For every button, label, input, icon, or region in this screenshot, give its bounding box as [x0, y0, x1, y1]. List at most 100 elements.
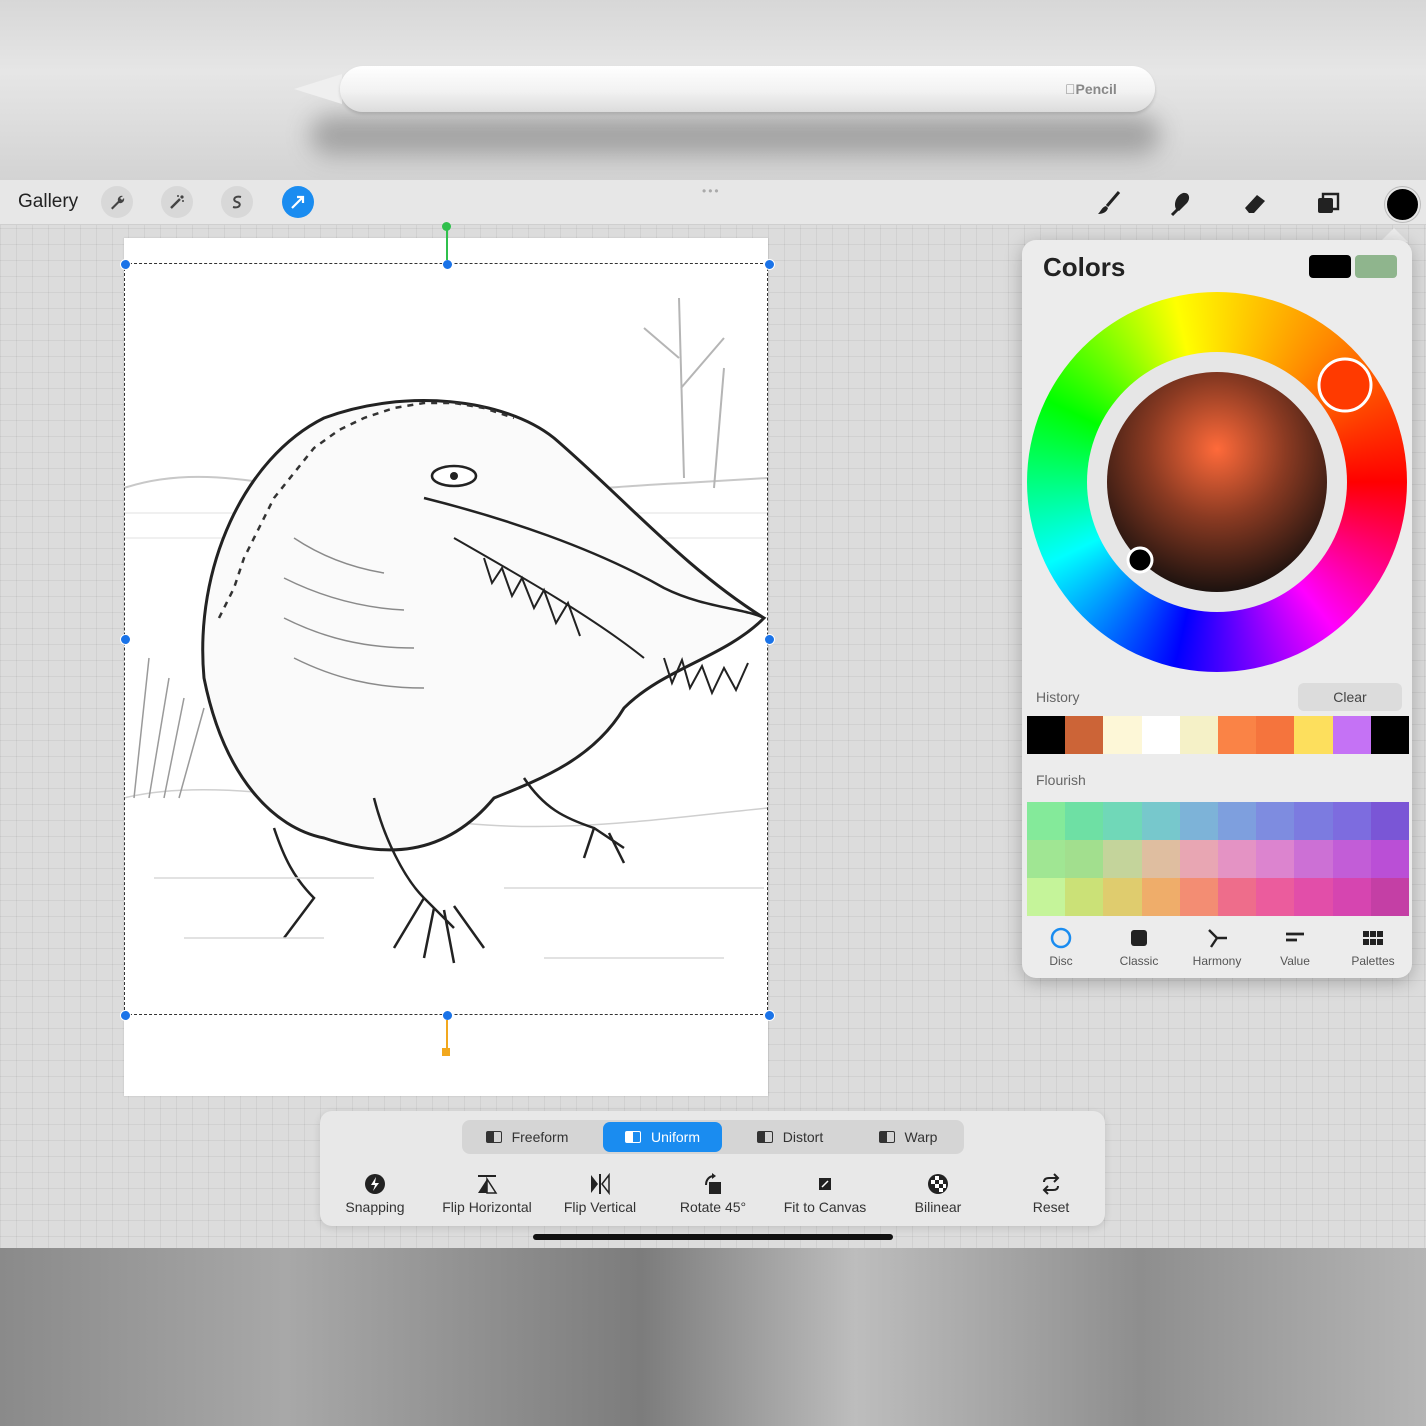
- history-swatch[interactable]: [1027, 716, 1066, 754]
- history-swatch[interactable]: [1256, 716, 1295, 754]
- flourish-swatch[interactable]: [1294, 840, 1333, 878]
- layers-tool[interactable]: [1311, 186, 1345, 220]
- flourish-swatch[interactable]: [1218, 802, 1257, 840]
- transform-toolbar: Freeform Uniform Distort Warp Snapping F…: [320, 1111, 1105, 1226]
- reset-button[interactable]: Reset: [996, 1173, 1106, 1215]
- classic-icon: [1131, 930, 1147, 946]
- resize-handle-left[interactable]: [120, 634, 131, 645]
- flourish-swatch[interactable]: [1103, 840, 1142, 878]
- flourish-swatch[interactable]: [1027, 878, 1066, 916]
- palettes-tab[interactable]: Palettes: [1334, 926, 1412, 976]
- flourish-swatch[interactable]: [1141, 878, 1180, 916]
- transform-button[interactable]: [282, 186, 314, 218]
- actions-button[interactable]: [101, 186, 133, 218]
- freeform-tab[interactable]: Freeform: [464, 1122, 590, 1152]
- flourish-swatch[interactable]: [1103, 878, 1142, 916]
- pencil-brand-label: Pencil: [1065, 81, 1117, 97]
- clear-history-button[interactable]: Clear: [1298, 683, 1402, 711]
- history-swatch[interactable]: [1332, 716, 1371, 754]
- flourish-swatch[interactable]: [1065, 802, 1104, 840]
- flourish-swatch[interactable]: [1179, 802, 1218, 840]
- resize-handle-bottom-right[interactable]: [764, 1010, 775, 1021]
- flourish-swatch[interactable]: [1027, 802, 1066, 840]
- primary-color-swatch[interactable]: [1309, 255, 1351, 278]
- brush-tool[interactable]: [1092, 186, 1126, 220]
- distort-label: Distort: [782, 1129, 824, 1145]
- warp-tab[interactable]: Warp: [854, 1122, 962, 1152]
- history-swatch[interactable]: [1103, 716, 1142, 754]
- distort-tab[interactable]: Distort: [730, 1122, 850, 1152]
- color-disc[interactable]: [1027, 292, 1407, 672]
- flourish-swatch[interactable]: [1370, 878, 1409, 916]
- flip-vertical-icon: [545, 1172, 655, 1196]
- uniform-tab[interactable]: Uniform: [603, 1122, 722, 1152]
- saturation-selector[interactable]: [1126, 546, 1154, 574]
- resize-handle-top-left[interactable]: [120, 259, 131, 270]
- eraser-tool[interactable]: [1238, 186, 1272, 220]
- flourish-swatch[interactable]: [1294, 802, 1333, 840]
- freeform-icon: [485, 1131, 502, 1143]
- disc-tab[interactable]: Disc: [1022, 926, 1100, 976]
- flip-vertical-label: Flip Vertical: [563, 1199, 637, 1215]
- flourish-swatch[interactable]: [1218, 840, 1257, 878]
- colors-panel: Colors History Clear Flourish Disc Class…: [1022, 240, 1412, 978]
- classic-tab[interactable]: Classic: [1100, 926, 1178, 976]
- drag-handle-dots[interactable]: •••: [702, 184, 721, 198]
- adjustments-button[interactable]: [161, 186, 193, 218]
- history-swatch[interactable]: [1218, 716, 1257, 754]
- bilinear-label: Bilinear: [914, 1199, 962, 1215]
- bilinear-button[interactable]: Bilinear: [883, 1173, 993, 1215]
- home-indicator[interactable]: [533, 1234, 893, 1240]
- resize-handle-top[interactable]: [442, 259, 453, 270]
- flip-vertical-button[interactable]: Flip Vertical: [545, 1172, 655, 1215]
- color-picker-button[interactable]: [1385, 187, 1420, 222]
- flourish-swatch[interactable]: [1370, 840, 1409, 878]
- flourish-swatch[interactable]: [1256, 802, 1295, 840]
- flourish-swatch[interactable]: [1332, 878, 1371, 916]
- flourish-swatch[interactable]: [1065, 840, 1104, 878]
- secondary-color-swatch[interactable]: [1355, 255, 1397, 278]
- flourish-swatch[interactable]: [1370, 802, 1409, 840]
- smudge-icon: [1170, 192, 1190, 217]
- history-swatch[interactable]: [1370, 716, 1410, 754]
- flourish-swatch[interactable]: [1179, 840, 1218, 878]
- rotate-45-button[interactable]: Rotate 45°: [658, 1173, 768, 1215]
- harmony-tab[interactable]: Harmony: [1178, 926, 1256, 976]
- fit-canvas-icon: [770, 1173, 880, 1195]
- uniform-icon: [624, 1131, 641, 1143]
- flourish-swatch[interactable]: [1218, 878, 1257, 916]
- resize-handle-bottom-left[interactable]: [120, 1010, 131, 1021]
- history-swatch[interactable]: [1179, 716, 1219, 754]
- transform-selection-box[interactable]: [124, 263, 768, 1015]
- flourish-swatch[interactable]: [1141, 840, 1180, 878]
- value-tab[interactable]: Value: [1256, 926, 1334, 976]
- history-swatch[interactable]: [1065, 716, 1104, 754]
- flourish-swatch[interactable]: [1332, 840, 1371, 878]
- flourish-swatch[interactable]: [1294, 878, 1333, 916]
- flourish-swatch[interactable]: [1103, 802, 1142, 840]
- palettes-icon: [1363, 931, 1383, 945]
- value-icon: [1286, 932, 1304, 942]
- flourish-swatch[interactable]: [1027, 840, 1066, 878]
- flourish-swatch[interactable]: [1256, 878, 1295, 916]
- selection-button[interactable]: [221, 186, 253, 218]
- flourish-swatch[interactable]: [1141, 802, 1180, 840]
- gallery-button[interactable]: Gallery: [18, 191, 78, 213]
- flourish-swatch[interactable]: [1179, 878, 1218, 916]
- resize-handle-top-right[interactable]: [764, 259, 775, 270]
- flourish-swatch[interactable]: [1256, 840, 1295, 878]
- flip-horizontal-button[interactable]: Flip Horizontal: [432, 1173, 542, 1215]
- history-swatch[interactable]: [1294, 716, 1333, 754]
- resize-handle-right[interactable]: [764, 634, 775, 645]
- fit-to-canvas-button[interactable]: Fit to Canvas: [770, 1173, 880, 1215]
- flourish-swatch[interactable]: [1332, 802, 1371, 840]
- snapping-button[interactable]: Snapping: [320, 1173, 430, 1215]
- palettes-label: Palettes: [1351, 954, 1395, 968]
- rotation-handle[interactable]: [442, 222, 451, 231]
- pivot-handle[interactable]: [442, 1048, 450, 1056]
- history-swatch[interactable]: [1141, 716, 1180, 754]
- history-label: History: [1036, 689, 1080, 705]
- flourish-swatch[interactable]: [1065, 878, 1104, 916]
- smudge-tool[interactable]: [1164, 186, 1198, 220]
- hue-selector[interactable]: [1317, 357, 1373, 413]
